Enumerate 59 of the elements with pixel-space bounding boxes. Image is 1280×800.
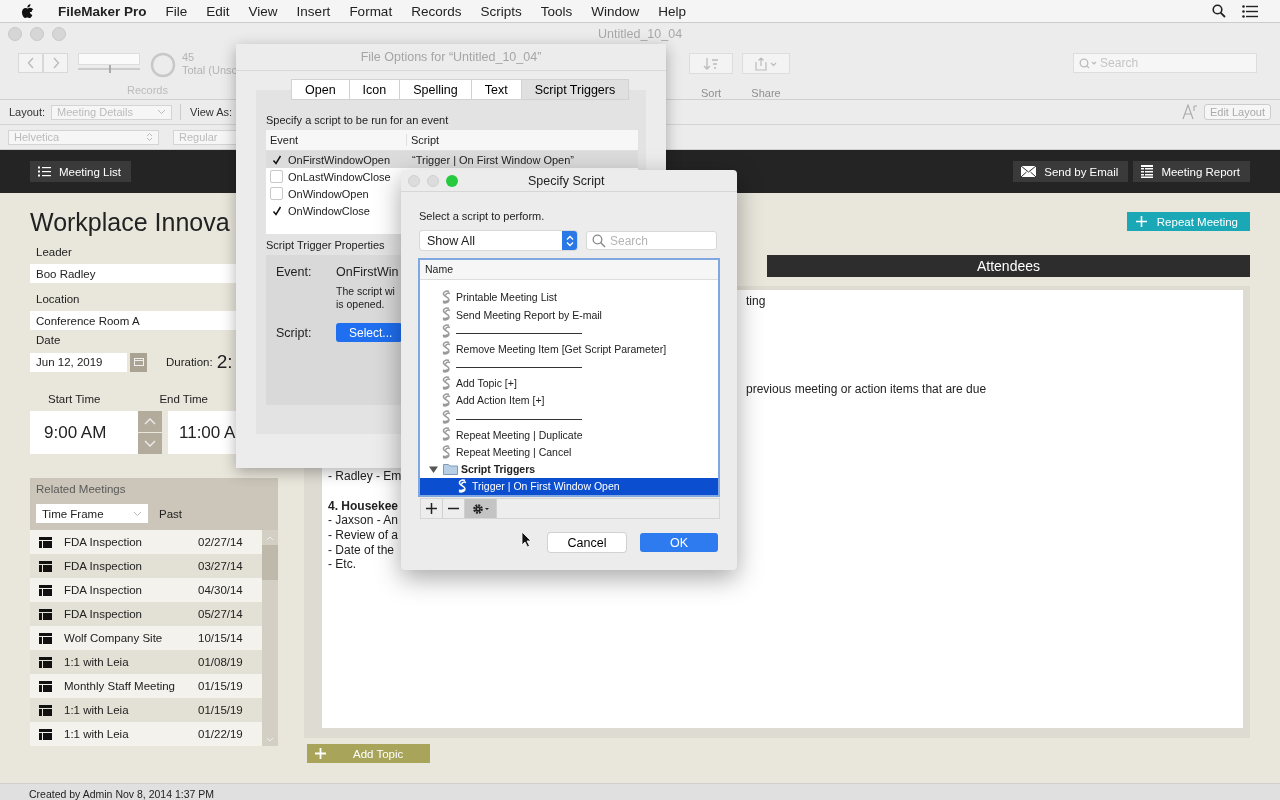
column-header: Event [266, 134, 407, 146]
note-text: - Review of a [328, 527, 399, 543]
attendees-header: Attendees [767, 255, 1250, 277]
event-name: OnFirstWindowOpen [288, 153, 392, 166]
instruction-text: Select a script to perform. [419, 210, 546, 222]
note-text: - Date of the [328, 542, 395, 558]
field-label: Leader [36, 246, 72, 258]
event-name: OnWindowOpen [288, 187, 370, 200]
dialog-title: Specify Script [528, 173, 605, 188]
dialog-title: File Options for “Untitled_10_04” [236, 44, 666, 71]
section-title: Script Trigger Properties [266, 239, 385, 251]
field-label: End Time [159, 393, 208, 405]
portal-title: Related Meetings [36, 483, 127, 495]
event-value: OnFirstWin [336, 265, 399, 279]
filter-label: Past [159, 507, 182, 520]
meeting-date: 03/27/14 [198, 560, 243, 572]
meeting-name: 1:1 with Leia [64, 728, 130, 740]
meeting-name: FDA Inspection [64, 584, 143, 596]
meeting-date: 01/15/19 [198, 680, 243, 692]
footer-text: Created by Admin Nov 8, 2014 1:37 PM [29, 788, 215, 800]
note-text: ting [746, 294, 766, 309]
event-name: OnLastWindowClose [288, 170, 392, 183]
note-text: previous meeting or action items that are due [746, 381, 987, 397]
meeting-date: 01/15/19 [198, 704, 243, 716]
meeting-date: 01/22/19 [198, 728, 243, 740]
meeting-name: FDA Inspection [64, 536, 143, 548]
script-name: “Trigger | On First Window Open” [412, 153, 574, 166]
field-label: Location [36, 293, 80, 305]
meeting-date: 10/15/14 [198, 632, 243, 644]
note-text: - Etc. [328, 557, 356, 572]
meeting-date: 05/27/14 [198, 608, 243, 620]
note-text: - Radley - Em [328, 469, 402, 484]
instruction-text: Specify a script to be run for an event [266, 114, 449, 126]
layout-label: Layout: [9, 106, 46, 118]
duration-value: 2: [216, 351, 233, 373]
note-text: - Jaxson - An [328, 513, 399, 528]
share-label: Share [751, 87, 781, 99]
meeting-name: Wolf Company Site [64, 632, 164, 644]
note-text: 4. Housekee [328, 498, 399, 514]
record-title: Workplace Innova [30, 208, 230, 236]
meeting-date: 01/08/19 [198, 656, 243, 668]
event-name: OnWindowClose [288, 204, 371, 217]
record-count: 45 [182, 51, 196, 64]
sort-label: Sort [700, 87, 722, 99]
description-text: is opened. [336, 298, 386, 311]
window-title: Untitled_10_04 [598, 27, 683, 41]
field-label: Date [36, 334, 61, 346]
column-header: Script [410, 134, 440, 146]
meeting-date: 02/27/14 [198, 536, 243, 548]
view-as-label: View As: [190, 106, 233, 118]
field-label: Start Time [48, 393, 101, 405]
meeting-date: 04/30/14 [198, 584, 243, 596]
column-header: Name [425, 263, 453, 276]
meeting-name: Monthly Staff Meeting [64, 680, 176, 692]
meeting-name: FDA Inspection [64, 560, 143, 572]
meeting-name: FDA Inspection [64, 608, 143, 620]
duration-label: Duration: [166, 356, 213, 368]
meeting-name: 1:1 with Leia [64, 656, 130, 668]
meeting-name: 1:1 with Leia [64, 704, 130, 716]
